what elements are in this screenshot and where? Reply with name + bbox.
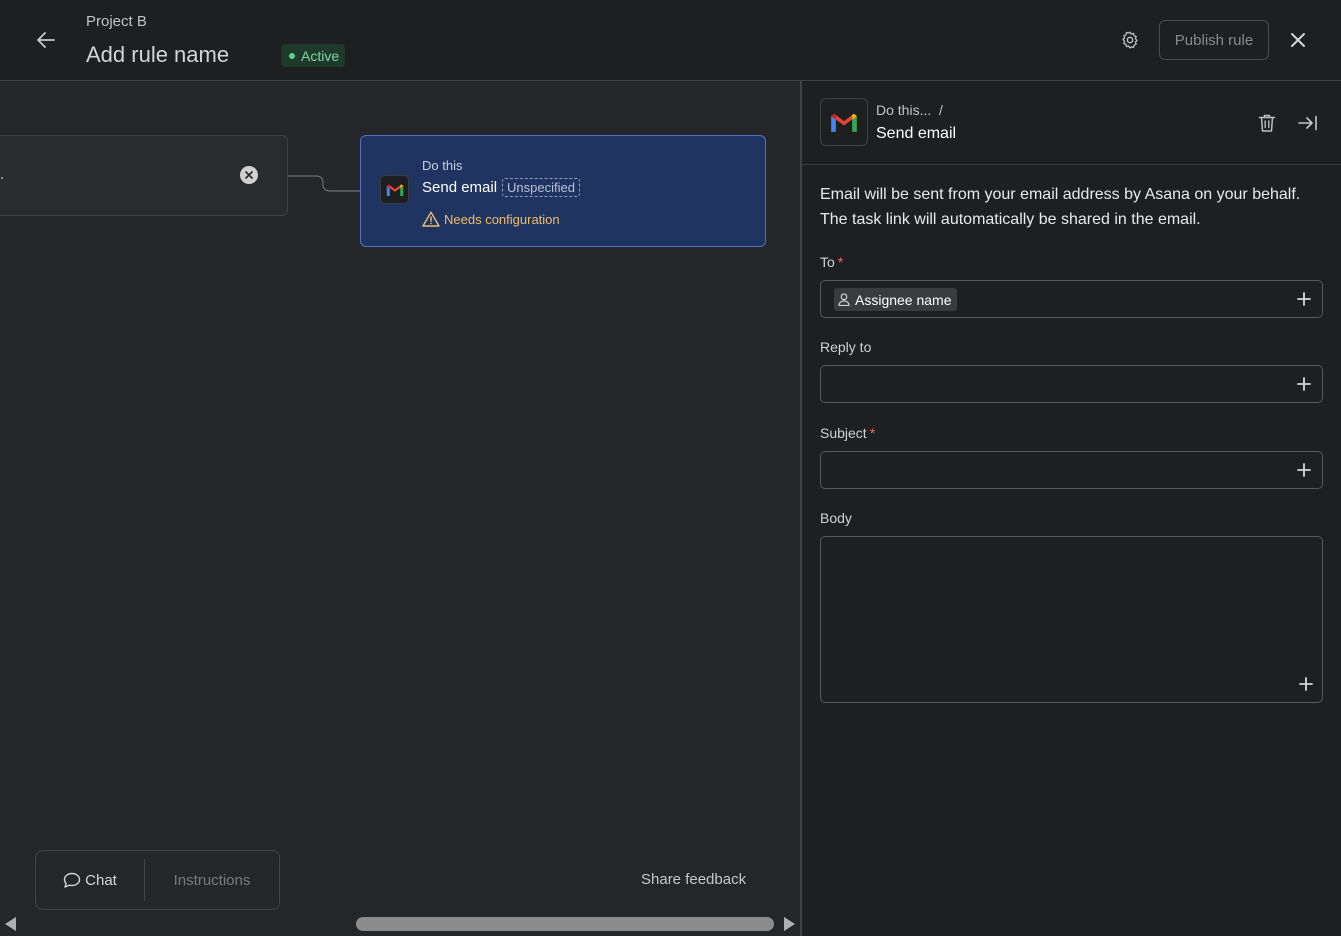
reply-to-field-label: Reply to (820, 339, 872, 355)
remove-trigger-button[interactable] (240, 166, 258, 184)
arrow-left-icon (37, 32, 55, 48)
panel-description: Email will be sent from your email addre… (820, 186, 1301, 228)
panel-header: Do this... / Send email (802, 81, 1341, 165)
collapse-panel-icon (1298, 115, 1317, 131)
scroll-left-arrow-icon[interactable] (5, 917, 17, 931)
flow-connector (288, 175, 360, 192)
add-subject-variable-button[interactable] (1295, 461, 1313, 479)
panel-title: Send email (876, 125, 957, 142)
action-card-send-email[interactable]: Do this Send email Unspecified Needs con… (360, 135, 766, 247)
to-label-text: To (820, 254, 835, 270)
subject-field-label: Subject * (820, 425, 875, 441)
reply-to-field[interactable] (820, 365, 1323, 403)
header: Project B Add rule name Active Publish r… (0, 0, 1341, 81)
assignee-name-token[interactable]: Assignee name (834, 288, 957, 311)
trigger-card-text (1, 177, 3, 179)
status-dot (289, 52, 295, 59)
subject-field[interactable] (820, 451, 1323, 489)
action-config-panel: Do this... / Send email Email will be se… (800, 81, 1341, 936)
assignee-name-token-label: Assignee name (855, 291, 952, 308)
person-icon (838, 293, 850, 306)
back-button[interactable] (30, 24, 62, 56)
to-field-label: To * (820, 254, 843, 270)
tab-chat-label: Chat (85, 871, 117, 889)
collapse-panel-button[interactable] (1296, 111, 1320, 135)
close-button[interactable] (1282, 24, 1314, 56)
delete-action-button[interactable] (1255, 111, 1279, 135)
gmail-icon (820, 98, 868, 146)
warning-icon (422, 211, 440, 227)
gmail-icon (380, 175, 409, 204)
body-field-label: Body (820, 510, 852, 526)
required-marker: * (837, 254, 844, 270)
scrollbar-thumb[interactable] (356, 917, 774, 931)
plus-icon (1297, 292, 1311, 306)
rule-canvas[interactable]: Do this Send email Unspecified Needs con… (0, 81, 800, 936)
settings-button[interactable] (1114, 24, 1146, 56)
publish-rule-button[interactable]: Publish rule (1159, 20, 1269, 60)
chat-bubble-icon (63, 872, 81, 888)
required-marker: * (869, 425, 876, 441)
share-feedback-link[interactable]: Share feedback (641, 871, 746, 888)
body-field[interactable] (820, 536, 1323, 703)
add-reply-to-button[interactable] (1295, 375, 1313, 393)
subject-label-text: Subject (820, 425, 867, 441)
plus-icon (1297, 463, 1311, 477)
tab-chat[interactable]: Chat (36, 851, 144, 909)
to-field[interactable]: Assignee name (820, 280, 1323, 318)
rule-name-title[interactable]: Add rule name (86, 42, 229, 68)
scroll-right-arrow-icon[interactable] (783, 917, 795, 931)
needs-configuration-label: Needs configuration (444, 211, 560, 227)
plus-icon (1297, 377, 1311, 391)
close-icon (245, 171, 253, 179)
close-icon (1291, 33, 1305, 47)
assistant-tab-bar: Chat Instructions (35, 850, 280, 910)
action-card-title: Send email (422, 179, 498, 196)
action-card-title-row: Send email Unspecified (422, 178, 580, 197)
action-card-kicker: Do this (422, 158, 463, 173)
trash-icon (1258, 114, 1276, 132)
panel-breadcrumb[interactable]: Do this... / (876, 102, 943, 118)
project-name[interactable]: Project B (86, 13, 147, 30)
plus-icon (1299, 677, 1313, 691)
unspecified-chip[interactable]: Unspecified (502, 178, 580, 197)
gear-icon (1122, 31, 1138, 49)
status-label: Active (301, 47, 340, 64)
horizontal-scrollbar[interactable] (0, 912, 800, 936)
tab-instructions[interactable]: Instructions (145, 851, 279, 909)
needs-configuration-warning: Needs configuration (422, 211, 560, 227)
add-to-recipient-button[interactable] (1295, 290, 1313, 308)
add-body-variable-button[interactable] (1297, 675, 1315, 693)
status-badge: Active (281, 44, 346, 67)
